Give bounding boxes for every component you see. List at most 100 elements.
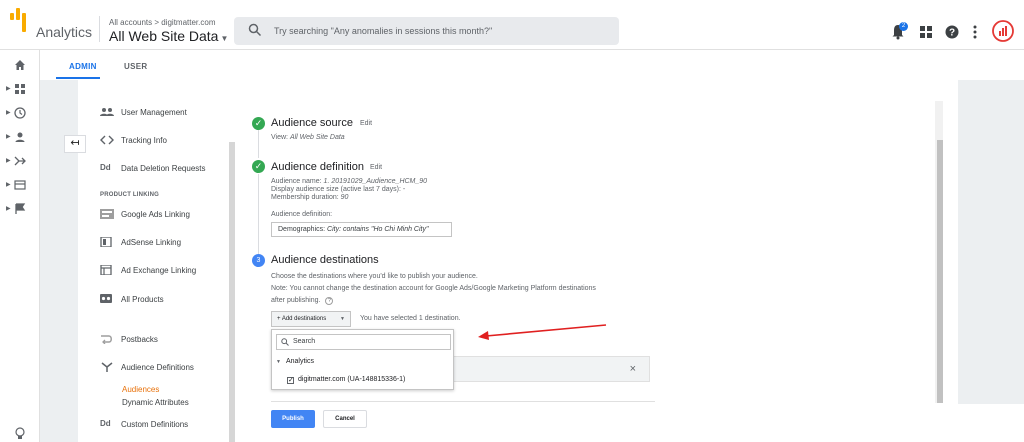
expand-arrow-icon: ▶ xyxy=(6,86,11,92)
help-icon[interactable]: ? xyxy=(945,25,959,39)
view-name: All Web Site Data xyxy=(109,28,219,44)
dropdown-arrow-icon: ▼ xyxy=(340,316,345,322)
step-complete-check-icon: ✓ xyxy=(252,160,265,173)
divider xyxy=(99,16,100,42)
definition-box: Demographics: City: contains "Ho Chi Min… xyxy=(271,222,452,237)
help-circle-icon[interactable]: ? xyxy=(325,297,334,305)
nav-audience[interactable]: ▶ xyxy=(0,128,40,148)
left-nav: ▶ ▶ ▶ ▶ ▶ ▶ xyxy=(0,50,40,442)
expand-arrow-icon: ▶ xyxy=(6,110,11,116)
nav-behavior[interactable]: ▶ xyxy=(0,176,40,196)
nav-acquisition[interactable]: ▶ xyxy=(0,152,40,172)
adexchange-icon xyxy=(100,265,112,275)
add-destinations-label: + Add destinations xyxy=(277,316,327,322)
back-arrow-icon: ↤ xyxy=(70,137,80,149)
background-strip xyxy=(957,404,1024,442)
product-linking-header: PRODUCT LINKING xyxy=(100,192,159,198)
edit-source-link[interactable]: Edit xyxy=(360,120,372,127)
lightbulb-icon[interactable] xyxy=(15,427,25,441)
home-icon xyxy=(15,60,25,70)
duration-label: Membership duration: xyxy=(271,194,339,201)
view-selector[interactable]: All Web Site Data ▼ xyxy=(109,28,228,44)
svg-text:?: ? xyxy=(949,28,955,39)
search-icon xyxy=(248,23,262,37)
caret-down-icon: ▼ xyxy=(220,34,229,43)
more-vert-icon[interactable] xyxy=(973,25,977,39)
add-destinations-button[interactable]: + Add destinations ▼ xyxy=(271,311,351,327)
name-label: Audience name: xyxy=(271,178,322,185)
products-icon xyxy=(100,294,112,303)
divider xyxy=(271,401,655,402)
note-text: after publishing. xyxy=(271,297,321,304)
people-icon xyxy=(100,108,114,116)
search-bar[interactable]: Try searching "Any anomalies in sessions… xyxy=(234,17,619,45)
view-value: All Web Site Data xyxy=(289,134,345,141)
size-label: Display audience size (active last 7 day… xyxy=(271,186,401,193)
dropdown-search-input[interactable]: Search xyxy=(276,334,451,350)
definition-label: Audience definition: xyxy=(271,211,333,218)
remove-destination-icon[interactable]: × xyxy=(630,363,636,375)
main-scrollbar-thumb[interactable] xyxy=(937,140,943,403)
tab-admin[interactable]: ADMIN xyxy=(69,62,97,71)
edit-definition-link[interactable]: Edit xyxy=(370,164,382,171)
name-value: 1. 20191029_Audience_HCM_90 xyxy=(323,178,428,185)
dropdown-group-analytics[interactable]: ▼ Analytics xyxy=(276,358,314,365)
nav-realtime[interactable]: ▶ xyxy=(0,104,40,124)
account-avatar-icon[interactable] xyxy=(992,20,1014,42)
person-icon xyxy=(15,132,25,142)
audience-size: Display audience size (active last 7 day… xyxy=(271,186,405,194)
table-icon xyxy=(14,180,26,190)
admin-panel xyxy=(78,80,958,442)
dd-icon: Dd xyxy=(100,163,111,172)
subnav-scrollbar[interactable] xyxy=(229,142,235,442)
step-source-title: Audience source xyxy=(271,117,353,129)
step-connector xyxy=(258,174,259,254)
destinations-note: Note: You cannot change the destination … xyxy=(271,285,596,292)
selected-count-text: You have selected 1 destination. xyxy=(360,315,461,322)
view-label: View: xyxy=(271,134,288,141)
app-name: Analytics xyxy=(36,24,93,40)
subnav-label: AdSense Linking xyxy=(121,238,182,247)
active-tab-indicator xyxy=(56,77,100,79)
audience-icon xyxy=(101,362,113,372)
subnav-label: All Products xyxy=(121,295,164,304)
def-prefix: Demographics: xyxy=(278,226,326,233)
audience-name: Audience name: 1. 20191029_Audience_HCM_… xyxy=(271,178,427,186)
nav-home[interactable] xyxy=(0,56,40,76)
subnav-label: Postbacks xyxy=(121,335,158,344)
duration-value: 90 xyxy=(340,194,349,201)
expand-arrow-icon: ▶ xyxy=(6,134,11,140)
expand-arrow-icon: ▶ xyxy=(6,158,11,164)
dashboard-icon xyxy=(15,84,25,94)
subnav-label: Audience Definitions xyxy=(121,363,194,372)
selected-destination-row: × xyxy=(452,356,650,382)
flag-icon xyxy=(15,203,26,214)
checkbox-checked-icon[interactable]: ✓ xyxy=(287,377,294,384)
annotation-arrow-icon xyxy=(478,324,607,340)
step-definition-title: Audience definition xyxy=(271,161,364,173)
back-button[interactable]: ↤ xyxy=(64,135,86,153)
subnav-label: Ad Exchange Linking xyxy=(121,266,197,275)
expand-arrow-icon: ▶ xyxy=(6,182,11,188)
cancel-button[interactable]: Cancel xyxy=(323,410,367,428)
nav-customization[interactable]: ▶ xyxy=(0,80,40,100)
apps-grid-icon[interactable] xyxy=(920,26,932,38)
dd-icon: Dd xyxy=(100,419,111,428)
expand-arrow-icon: ▶ xyxy=(6,206,11,212)
top-bar: Analytics All accounts > digitmatter.com… xyxy=(0,0,1024,50)
def-value: City: contains "Ho Chi Minh City" xyxy=(327,226,429,233)
search-placeholder: Try searching "Any anomalies in sessions… xyxy=(274,26,493,36)
collapse-triangle-icon: ▼ xyxy=(276,359,281,365)
dropdown-option-digitmatter[interactable]: ✓ digitmatter.com (UA-148815336-1) xyxy=(287,376,405,384)
subnav-label: Data Deletion Requests xyxy=(121,164,206,173)
account-breadcrumb[interactable]: All accounts > digitmatter.com xyxy=(109,18,216,27)
subnav-dynamic-attributes[interactable]: Dynamic Attributes xyxy=(122,398,189,407)
nav-conversions[interactable]: ▶ xyxy=(0,200,40,220)
publish-button[interactable]: Publish xyxy=(271,410,315,428)
tab-user[interactable]: USER xyxy=(124,62,147,71)
subnav-audiences[interactable]: Audiences xyxy=(122,385,159,394)
source-view: View: All Web Site Data xyxy=(271,134,345,142)
clock-icon xyxy=(14,107,26,119)
admin-user-tabs: ADMIN USER xyxy=(40,50,1024,80)
step-connector xyxy=(258,130,259,158)
